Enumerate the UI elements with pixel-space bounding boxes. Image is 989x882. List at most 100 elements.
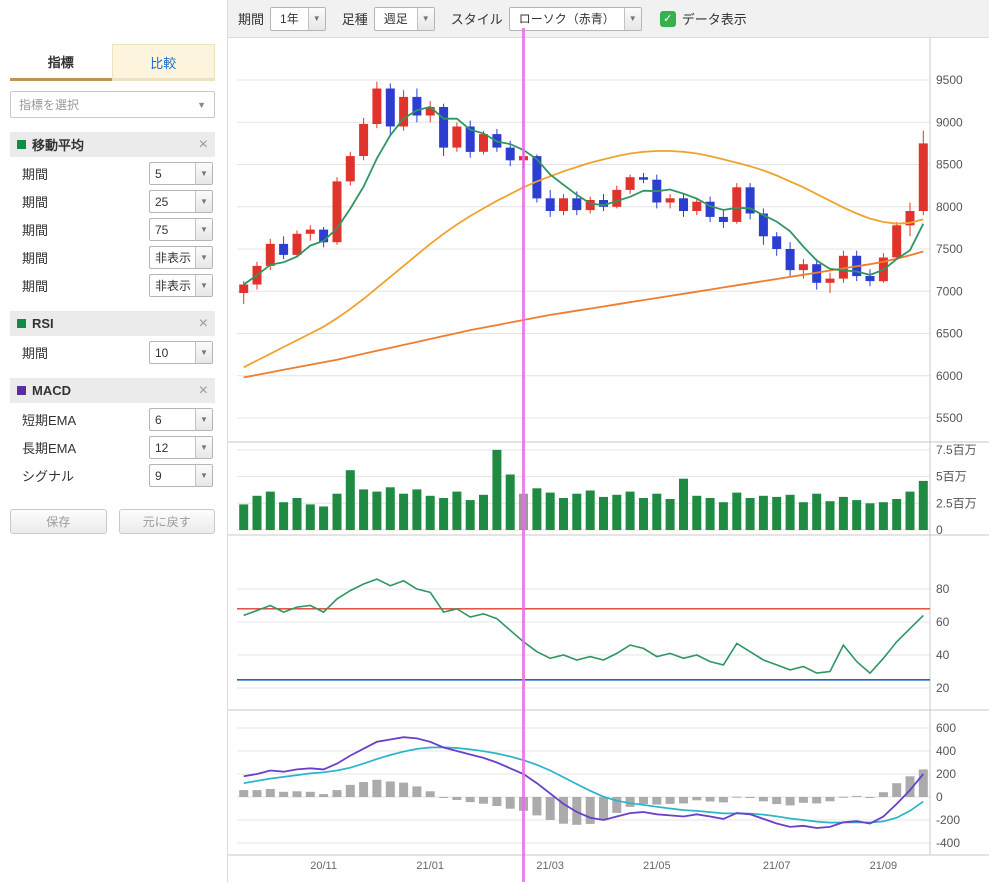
svg-text:7.5百万: 7.5百万 xyxy=(936,443,977,457)
chevron-down-icon: ▼ xyxy=(624,8,641,30)
chevron-down-icon: ▼ xyxy=(195,219,212,240)
param-label: 期間 xyxy=(22,192,48,211)
svg-text:7000: 7000 xyxy=(936,284,963,298)
param-value: 6 xyxy=(150,409,195,430)
indicator-select[interactable]: 指標を選択 ▼ xyxy=(10,91,215,118)
svg-text:40: 40 xyxy=(936,648,950,662)
rsi-line xyxy=(244,579,924,673)
svg-text:0: 0 xyxy=(936,790,943,804)
chart-toolbar: 期間 1年 ▼ 足種 週足 ▼ スタイル ローソク（赤青） ▼ ✓ データ表示 xyxy=(228,0,989,38)
param-label: 期間 xyxy=(22,343,48,362)
param-label: 期間 xyxy=(22,248,48,267)
macd-short-ema-select[interactable]: 6 ▼ xyxy=(149,408,213,431)
legend-swatch xyxy=(17,386,26,395)
style-label: スタイル xyxy=(451,9,503,28)
svg-text:60: 60 xyxy=(936,615,950,629)
chevron-down-icon: ▼ xyxy=(195,465,212,486)
indicator-section-moving-average: 移動平均 × 期間 5 ▼ 期間 25 ▼ 期間 75 xyxy=(10,132,215,297)
ma-period-2-select[interactable]: 25 ▼ xyxy=(149,190,213,213)
candle-type-label: 足種 xyxy=(342,9,368,28)
svg-text:600: 600 xyxy=(936,721,956,735)
x-axis-labels: 20/11 21/01 21/03 21/05 21/07 21/09 xyxy=(310,860,897,872)
section-title: MACD xyxy=(32,383,71,398)
period-value: 1年 xyxy=(271,8,308,30)
rsi-period-select[interactable]: 10 ▼ xyxy=(149,341,213,364)
macd-long-ema-select[interactable]: 12 ▼ xyxy=(149,436,213,459)
ma-period-5-select[interactable]: 非表示 ▼ xyxy=(149,274,213,297)
param-row: 期間 非表示 ▼ xyxy=(22,274,213,297)
data-display-toggle[interactable]: ✓ データ表示 xyxy=(660,9,747,28)
svg-text:5500: 5500 xyxy=(936,411,963,425)
svg-text:-400: -400 xyxy=(936,836,960,850)
gridlines xyxy=(228,38,989,855)
save-button[interactable]: 保存 xyxy=(10,509,107,534)
period-label: 期間 xyxy=(238,9,264,28)
chart-area: 9500900085008000750070006500600055007.5百… xyxy=(228,38,989,882)
svg-text:200: 200 xyxy=(936,767,956,781)
legend-swatch xyxy=(17,319,26,328)
param-row: 短期EMA 6 ▼ xyxy=(22,408,213,431)
section-header: 移動平均 × xyxy=(10,132,215,157)
candle-type-value: 週足 xyxy=(375,8,417,30)
volume-bars xyxy=(239,450,928,530)
close-icon[interactable]: × xyxy=(199,316,208,332)
param-label: 期間 xyxy=(22,220,48,239)
svg-text:21/07: 21/07 xyxy=(763,860,791,872)
stock-chart-svg: 9500900085008000750070006500600055007.5百… xyxy=(228,38,989,882)
svg-text:8000: 8000 xyxy=(936,200,963,214)
period-select[interactable]: 1年 ▼ xyxy=(270,7,326,31)
candle-type-select[interactable]: 週足 ▼ xyxy=(374,7,435,31)
style-select[interactable]: ローソク（赤青） ▼ xyxy=(509,7,642,31)
svg-text:6500: 6500 xyxy=(936,327,963,341)
section-header: MACD × xyxy=(10,378,215,403)
tab-compare[interactable]: 比較 xyxy=(112,44,216,81)
sidebar-buttons: 保存 元に戻す xyxy=(10,509,215,534)
svg-text:5百万: 5百万 xyxy=(936,470,967,484)
svg-text:0: 0 xyxy=(936,523,943,537)
chevron-down-icon: ▼ xyxy=(195,163,212,184)
section-title: 移動平均 xyxy=(32,135,84,154)
chevron-down-icon: ▼ xyxy=(417,8,434,30)
param-row: 期間 5 ▼ xyxy=(22,162,213,185)
param-row: 長期EMA 12 ▼ xyxy=(22,436,213,459)
reset-button[interactable]: 元に戻す xyxy=(119,509,216,534)
chevron-down-icon: ▼ xyxy=(308,8,325,30)
param-value: 非表示 xyxy=(150,247,195,268)
svg-text:2.5百万: 2.5百万 xyxy=(936,496,977,510)
svg-text:20/11: 20/11 xyxy=(310,860,337,872)
svg-text:21/09: 21/09 xyxy=(870,860,898,872)
close-icon[interactable]: × xyxy=(199,137,208,153)
close-icon[interactable]: × xyxy=(199,383,208,399)
param-label: 長期EMA xyxy=(22,438,76,457)
svg-text:21/01: 21/01 xyxy=(416,860,444,872)
section-header: RSI × xyxy=(10,311,215,336)
chevron-down-icon: ▼ xyxy=(195,342,212,363)
style-value: ローソク（赤青） xyxy=(510,8,624,30)
ma-period-3-select[interactable]: 75 ▼ xyxy=(149,218,213,241)
ma-period-4-select[interactable]: 非表示 ▼ xyxy=(149,246,213,269)
chevron-down-icon: ▼ xyxy=(197,100,206,110)
param-row: 期間 25 ▼ xyxy=(22,190,213,213)
svg-text:7500: 7500 xyxy=(936,242,963,256)
crosshair[interactable] xyxy=(522,28,525,882)
svg-text:21/05: 21/05 xyxy=(643,860,671,872)
tab-indicators[interactable]: 指標 xyxy=(10,44,112,81)
param-value: 非表示 xyxy=(150,275,195,296)
chevron-down-icon: ▼ xyxy=(195,275,212,296)
chevron-down-icon: ▼ xyxy=(195,437,212,458)
param-value: 12 xyxy=(150,437,195,458)
param-value: 10 xyxy=(150,342,195,363)
svg-text:20: 20 xyxy=(936,681,950,695)
param-row: 期間 10 ▼ xyxy=(22,341,213,364)
checkbox-checked-icon: ✓ xyxy=(660,11,676,27)
param-label: シグナル xyxy=(22,466,74,485)
svg-text:9000: 9000 xyxy=(936,115,963,129)
param-value: 75 xyxy=(150,219,195,240)
ma-period-1-select[interactable]: 5 ▼ xyxy=(149,162,213,185)
indicator-section-macd: MACD × 短期EMA 6 ▼ 長期EMA 12 ▼ シグナル xyxy=(10,378,215,487)
svg-text:-200: -200 xyxy=(936,813,960,827)
macd-signal-select[interactable]: 9 ▼ xyxy=(149,464,213,487)
svg-text:21/03: 21/03 xyxy=(536,860,564,872)
param-label: 短期EMA xyxy=(22,410,76,429)
svg-text:9500: 9500 xyxy=(936,73,963,87)
